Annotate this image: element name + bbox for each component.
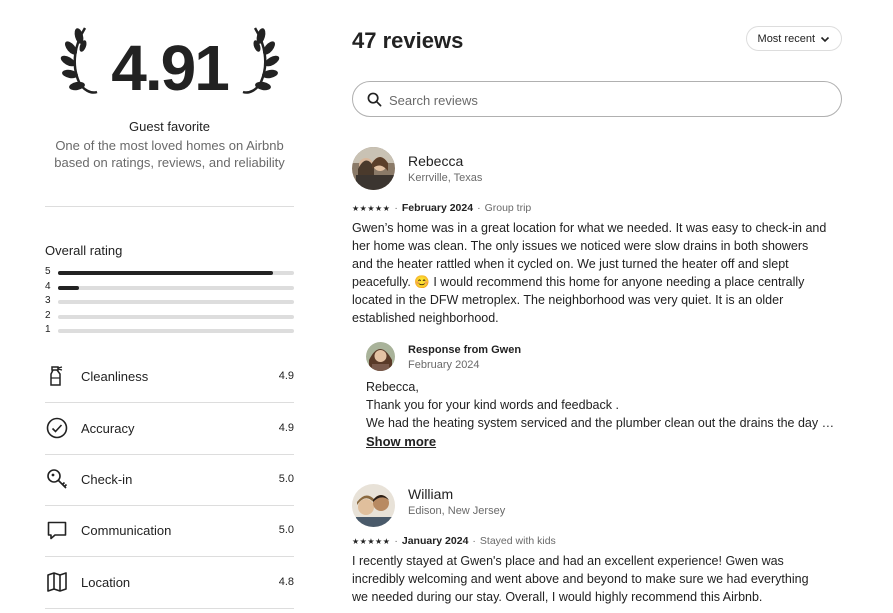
host-photo xyxy=(366,342,395,371)
category-row-location: Location 4.8 xyxy=(45,559,294,609)
star-rating: ★★★★★ xyxy=(352,536,391,546)
rating-bar-track xyxy=(58,315,294,319)
review-meta: ★★★★★ · February 2024 · Group trip xyxy=(352,202,531,214)
search-icon xyxy=(367,92,382,107)
reviewer-name: Rebecca xyxy=(408,153,464,169)
laurel-right-icon xyxy=(242,27,280,94)
separator-dot: · xyxy=(394,202,398,214)
divider xyxy=(45,454,294,455)
rating-bar-row: 4 xyxy=(45,281,294,293)
rating-bar-label: 4 xyxy=(45,281,51,292)
rating-bar-label: 5 xyxy=(45,266,51,277)
host-avatar[interactable] xyxy=(366,342,395,371)
reviewer-photo xyxy=(352,147,395,190)
category-name: Communication xyxy=(81,523,172,538)
response-date: February 2024 xyxy=(408,359,480,371)
reviewer-location: Kerrville, Texas xyxy=(408,172,483,184)
rating-bar-track xyxy=(58,300,294,304)
avatar[interactable] xyxy=(352,147,395,190)
check-circle-icon xyxy=(46,417,68,439)
chevron-down-icon xyxy=(820,36,830,42)
divider xyxy=(45,608,294,609)
separator-dot: · xyxy=(394,535,398,547)
chat-bubble-icon xyxy=(47,521,67,540)
rating-bar-label: 2 xyxy=(45,310,51,321)
avatar[interactable] xyxy=(352,484,395,527)
review-date: February 2024 xyxy=(401,202,474,214)
divider xyxy=(45,402,294,403)
rating-bar-row: 1 xyxy=(45,324,294,336)
separator-dot: · xyxy=(477,202,481,214)
rating-bar-label: 3 xyxy=(45,295,51,306)
map-icon xyxy=(47,572,67,592)
rating-bar-row: 3 xyxy=(45,295,294,307)
category-name: Accuracy xyxy=(81,421,135,436)
divider xyxy=(45,206,294,207)
rating-bar-track xyxy=(58,271,294,275)
star-rating: ★★★★★ xyxy=(352,203,391,213)
spray-bottle-icon xyxy=(50,366,63,386)
category-score: 5.0 xyxy=(278,473,294,485)
overall-rating-title: Overall rating xyxy=(45,243,123,258)
review-line: Gwen’s home was in a great location for … xyxy=(352,221,827,235)
reviewer-photo xyxy=(352,484,395,527)
review-line: established neighborhood. xyxy=(352,311,499,325)
review-line: we needed during our stay. Overall, I wo… xyxy=(352,590,763,604)
guest-favorite-title: Guest favorite xyxy=(129,119,210,134)
rating-bar-track xyxy=(58,286,294,290)
divider xyxy=(45,505,294,506)
reviewer-name: William xyxy=(408,486,454,502)
response-line: We had the heating system serviced and t… xyxy=(366,416,840,430)
sort-dropdown[interactable]: Most recent xyxy=(745,26,842,51)
review-line: incredibly welcoming and went above and … xyxy=(352,572,809,586)
category-row-cleanliness: Cleanliness 4.9 xyxy=(45,353,294,403)
review-line: her home was clean. The only issues we n… xyxy=(352,239,809,253)
separator-dot: · xyxy=(472,535,476,547)
category-score: 4.9 xyxy=(278,370,294,382)
review-line: I recently stayed at Gwen's place and ha… xyxy=(352,554,784,568)
category-row-communication: Communication 5.0 xyxy=(45,507,294,557)
category-row-accuracy: Accuracy 4.9 xyxy=(45,405,294,455)
review-date: January 2024 xyxy=(401,535,469,547)
rating-bar-track xyxy=(58,329,294,333)
category-score: 4.8 xyxy=(278,576,294,588)
response-line: Rebecca, xyxy=(366,380,419,394)
category-name: Check-in xyxy=(81,472,133,487)
category-row-check-in: Check-in 5.0 xyxy=(45,456,294,506)
review-text: Gwen’s home was in a great location for … xyxy=(352,219,844,327)
category-name: Location xyxy=(81,575,131,590)
search-bar[interactable] xyxy=(352,81,842,117)
review-line: and the heater rattled when it cycled on… xyxy=(352,257,789,271)
reviewer-location: Edison, New Jersey xyxy=(408,505,506,517)
category-score: 5.0 xyxy=(278,524,294,536)
guest-favorite-subtitle: One of the most loved homes on Airbnb ba… xyxy=(54,138,285,170)
category-name: Cleanliness xyxy=(81,369,149,384)
rating-bar-row: 5 xyxy=(45,266,294,278)
trip-type: Stayed with kids xyxy=(479,535,556,547)
review-line: located in the DFW metroplex. The neighb… xyxy=(352,293,784,307)
rating-hero: 4.91 xyxy=(45,18,294,108)
review-line: peacefully. 😊 I would recommend this hom… xyxy=(352,275,805,289)
show-more-link[interactable]: Show more xyxy=(366,434,436,449)
response-title: Response from Gwen xyxy=(408,344,522,356)
rating-bar-fill xyxy=(58,271,273,275)
rating-bar-row: 2 xyxy=(45,310,294,322)
rating-bar-label: 1 xyxy=(45,324,51,335)
key-icon xyxy=(47,469,68,489)
sort-label: Most recent xyxy=(757,32,815,45)
divider xyxy=(45,556,294,557)
reviews-count: 47 reviews xyxy=(352,28,464,53)
review-text: I recently stayed at Gwen's place and ha… xyxy=(352,552,844,606)
category-score: 4.9 xyxy=(278,422,294,434)
search-input[interactable] xyxy=(387,90,831,110)
response-line: Thank you for your kind words and feedba… xyxy=(366,398,619,412)
trip-type: Group trip xyxy=(484,202,532,214)
review-meta: ★★★★★ · January 2024 · Stayed with kids xyxy=(352,535,556,547)
rating-bar-fill xyxy=(58,286,80,290)
